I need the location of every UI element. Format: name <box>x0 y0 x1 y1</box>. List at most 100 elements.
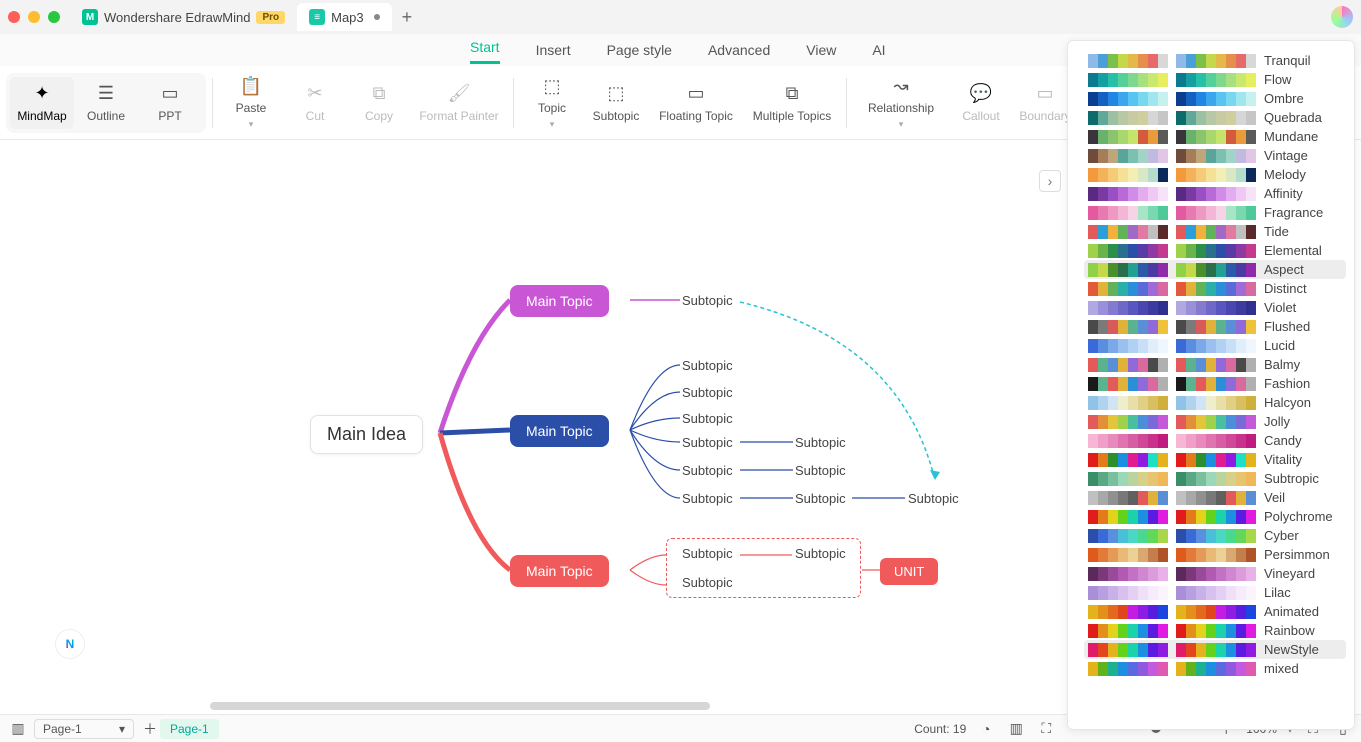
new-tab-button[interactable]: + <box>392 1 423 34</box>
node-subtopic[interactable]: Subtopic <box>682 385 733 400</box>
maximize-window-icon[interactable] <box>48 11 60 23</box>
node-main-idea[interactable]: Main Idea <box>310 415 423 454</box>
view-ppt-button[interactable]: ▭PPT <box>138 77 202 129</box>
view-mindmap-button[interactable]: ✦MindMap <box>10 77 74 129</box>
cut-button[interactable]: ✂Cut <box>283 77 347 129</box>
node-subtopic[interactable]: Subtopic <box>795 491 846 506</box>
theme-row-vitality[interactable]: Vitality <box>1084 450 1346 469</box>
theme-row-flushed[interactable]: Flushed <box>1084 317 1346 336</box>
undo-icon[interactable]: ↶ <box>131 41 151 61</box>
sidebar-toggle-icon[interactable]: ▥ <box>8 719 28 739</box>
theme-row-tide[interactable]: Tide <box>1084 222 1346 241</box>
theme-row-balmy[interactable]: Balmy <box>1084 355 1346 374</box>
theme-row-animated[interactable]: Animated <box>1084 602 1346 621</box>
tab-ai[interactable]: AI <box>872 42 885 64</box>
multiple-topics-button[interactable]: ⧉Multiple Topics <box>744 77 840 129</box>
swatch-strip <box>1088 225 1168 239</box>
theme-row-melody[interactable]: Melody <box>1084 165 1346 184</box>
theme-row-fashion[interactable]: Fashion <box>1084 374 1346 393</box>
minimize-window-icon[interactable] <box>28 11 40 23</box>
copy-button[interactable]: ⧉Copy <box>347 77 411 129</box>
ai-badge[interactable]: N <box>55 629 85 659</box>
node-subtopic[interactable]: Subtopic <box>682 358 733 373</box>
node-main-topic-1[interactable]: Main Topic <box>510 285 609 317</box>
node-subtopic[interactable]: Subtopic <box>795 463 846 478</box>
theme-row-mixed[interactable]: mixed <box>1084 659 1346 678</box>
page-select[interactable]: Page-1▾ <box>34 719 134 739</box>
node-unit[interactable]: UNIT <box>880 558 938 585</box>
theme-row-violet[interactable]: Violet <box>1084 298 1346 317</box>
theme-row-polychrome[interactable]: Polychrome <box>1084 507 1346 526</box>
h-scrollbar[interactable] <box>210 702 1061 712</box>
layout-icon[interactable]: ▥ <box>1006 719 1026 739</box>
theme-row-vintage[interactable]: Vintage <box>1084 146 1346 165</box>
globe-icon[interactable]: ◔ <box>976 719 996 739</box>
theme-row-affinity[interactable]: Affinity <box>1084 184 1346 203</box>
relationship-button[interactable]: ↝Relationship▾ <box>853 69 949 136</box>
theme-row-flow[interactable]: Flow <box>1084 70 1346 89</box>
theme-row-newstyle[interactable]: NewStyle <box>1084 640 1346 659</box>
new-file-icon[interactable]: ⊞ <box>210 41 230 61</box>
node-subtopic[interactable]: Subtopic <box>682 435 733 450</box>
redo-icon[interactable]: ↷ <box>161 41 181 61</box>
node-main-topic-3[interactable]: Main Topic <box>510 555 609 587</box>
theme-row-ombre[interactable]: Ombre <box>1084 89 1346 108</box>
close-window-icon[interactable] <box>8 11 20 23</box>
theme-row-elemental[interactable]: Elemental <box>1084 241 1346 260</box>
format-painter-button[interactable]: 🖌Format Painter <box>411 77 507 129</box>
theme-row-subtropic[interactable]: Subtropic <box>1084 469 1346 488</box>
tab-view[interactable]: View <box>806 42 836 64</box>
paste-button[interactable]: 📋Paste▾ <box>219 69 283 136</box>
theme-row-aspect[interactable]: Aspect <box>1084 260 1346 279</box>
theme-row-distinct[interactable]: Distinct <box>1084 279 1346 298</box>
callout-button[interactable]: 💬Callout <box>949 77 1013 129</box>
theme-row-lucid[interactable]: Lucid <box>1084 336 1346 355</box>
node-subtopic[interactable]: Subtopic <box>682 491 733 506</box>
theme-row-candy[interactable]: Candy <box>1084 431 1346 450</box>
theme-row-cyber[interactable]: Cyber <box>1084 526 1346 545</box>
node-subtopic[interactable]: Subtopic <box>682 293 733 308</box>
theme-row-mundane[interactable]: Mundane <box>1084 127 1346 146</box>
avatar[interactable] <box>1331 6 1353 28</box>
node-subtopic[interactable]: Subtopic <box>682 575 733 590</box>
print-icon[interactable]: 🖨 <box>300 41 320 61</box>
add-page-button[interactable]: ＋ <box>140 719 160 739</box>
h-scrollbar-thumb[interactable] <box>210 702 710 710</box>
theme-row-rainbow[interactable]: Rainbow <box>1084 621 1346 640</box>
theme-row-tranquil[interactable]: Tranquil <box>1084 51 1346 70</box>
theme-row-quebrada[interactable]: Quebrada <box>1084 108 1346 127</box>
document-tab[interactable]: ≡ Map3 <box>297 3 392 31</box>
theme-row-persimmon[interactable]: Persimmon <box>1084 545 1346 564</box>
app-title-tab[interactable]: M Wondershare EdrawMind Pro <box>70 3 297 31</box>
theme-row-halcyon[interactable]: Halcyon <box>1084 393 1346 412</box>
tab-insert[interactable]: Insert <box>536 42 571 64</box>
save-icon[interactable]: 💾 <box>270 41 290 61</box>
theme-panel[interactable]: TranquilFlowOmbreQuebradaMundaneVintageM… <box>1067 40 1355 730</box>
node-subtopic[interactable]: Subtopic <box>795 435 846 450</box>
tab-advanced[interactable]: Advanced <box>708 42 770 64</box>
export-icon[interactable]: ⇱▾ <box>330 41 350 61</box>
panel-toggle-button[interactable]: › <box>1039 170 1061 192</box>
theme-row-lilac[interactable]: Lilac <box>1084 583 1346 602</box>
page-tab[interactable]: Page-1 <box>160 719 219 739</box>
node-subtopic[interactable]: Subtopic <box>795 546 846 561</box>
floating-topic-button[interactable]: ▭Floating Topic <box>648 77 744 129</box>
fit-icon[interactable]: ⛶ <box>1036 719 1056 739</box>
workbench-button[interactable]: ⌂ Workbench <box>10 41 102 61</box>
node-subtopic[interactable]: Subtopic <box>682 546 733 561</box>
share-icon[interactable]: ✎▾ <box>360 41 380 61</box>
theme-row-jolly[interactable]: Jolly <box>1084 412 1346 431</box>
theme-row-vineyard[interactable]: Vineyard <box>1084 564 1346 583</box>
view-outline-button[interactable]: ☰Outline <box>74 77 138 129</box>
subtopic-button[interactable]: ⬚Subtopic <box>584 77 648 129</box>
node-subtopic[interactable]: Subtopic <box>682 463 733 478</box>
tab-start[interactable]: Start <box>470 39 500 64</box>
open-file-icon[interactable]: 📁 <box>240 41 260 61</box>
topic-button[interactable]: ⬚Topic▾ <box>520 69 584 136</box>
tab-page-style[interactable]: Page style <box>607 42 672 64</box>
theme-row-fragrance[interactable]: Fragrance <box>1084 203 1346 222</box>
theme-row-veil[interactable]: Veil <box>1084 488 1346 507</box>
node-subtopic[interactable]: Subtopic <box>682 411 733 426</box>
node-subtopic[interactable]: Subtopic <box>908 491 959 506</box>
node-main-topic-2[interactable]: Main Topic <box>510 415 609 447</box>
